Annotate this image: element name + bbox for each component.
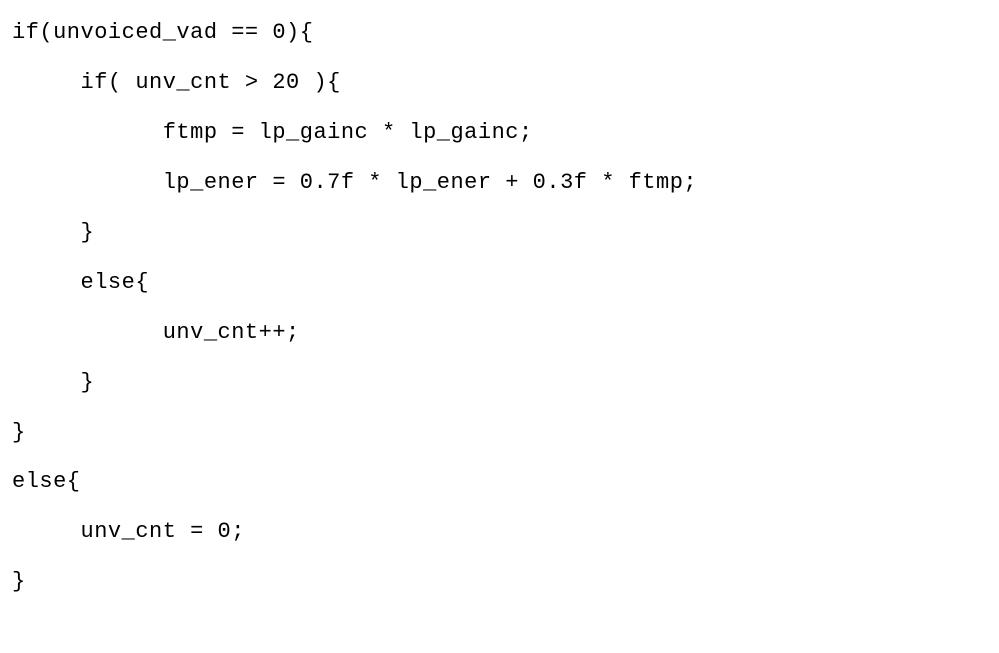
code-line: } bbox=[12, 220, 94, 245]
code-line: lp_ener = 0.7f * lp_ener + 0.3f * ftmp; bbox=[12, 170, 697, 195]
code-block: if(unvoiced_vad == 0){ if( unv_cnt > 20 … bbox=[0, 0, 999, 615]
code-line: unv_cnt++; bbox=[12, 320, 300, 345]
code-line: } bbox=[12, 420, 26, 445]
code-line: unv_cnt = 0; bbox=[12, 519, 245, 544]
code-line: } bbox=[12, 569, 26, 594]
code-line: if( unv_cnt > 20 ){ bbox=[12, 70, 341, 95]
code-line: else{ bbox=[12, 469, 81, 494]
code-line: else{ bbox=[12, 270, 149, 295]
code-line: } bbox=[12, 370, 94, 395]
code-line: ftmp = lp_gainc * lp_gainc; bbox=[12, 120, 533, 145]
code-line: if(unvoiced_vad == 0){ bbox=[12, 20, 313, 45]
